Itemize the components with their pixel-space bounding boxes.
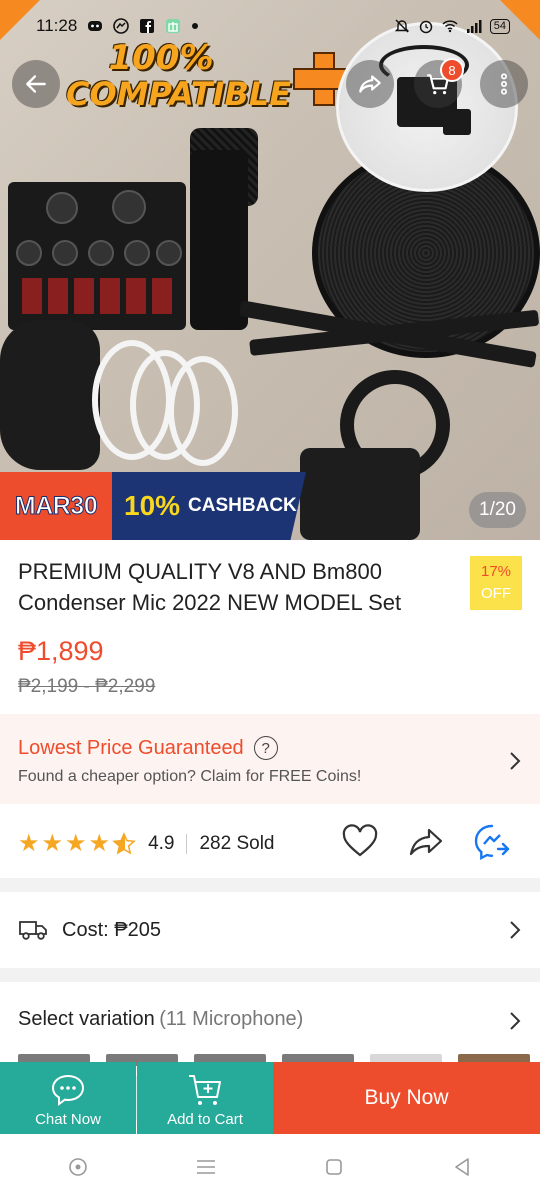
add-to-cart-button[interactable]: Add to Cart [137,1062,273,1134]
discount-badge: 17% OFF [470,556,522,610]
cart-count-badge: 8 [440,58,464,82]
chat-icon [51,1074,85,1106]
original-price: ₱2,199 - ₱2,299 [18,676,156,697]
heart-icon[interactable] [340,822,380,862]
chevron-right-icon [510,1012,521,1030]
share-button[interactable] [346,60,394,108]
star-icon: ★ [18,830,40,857]
cashback-promo-banner: MAR30 10% CASHBACK [0,472,306,540]
section-divider [0,968,540,982]
share-icon [359,75,381,93]
promo-percent: 10% [124,490,181,521]
truck-icon [19,921,47,940]
gift-icon [166,19,181,33]
product-price: ₱1,899 [18,636,104,666]
promo-date: MAR30 [0,472,112,540]
status-bar: 11:28 54 [0,0,540,52]
promo-cashback: 10% CASHBACK [112,472,306,540]
help-icon[interactable]: ? [253,736,278,760]
chevron-right-icon [510,921,521,939]
guarantee-title: Lowest Price Guaranteed [18,736,244,759]
facebook-icon [140,19,155,33]
status-left: 11:28 [36,16,199,36]
assistant-icon[interactable] [67,1156,89,1178]
product-title-row: PREMIUM QUALITY V8 AND Bm800 Condenser M… [18,556,522,618]
status-right: 54 [394,18,510,34]
star-icon: ★ [65,830,87,857]
desk-clamp-image [300,448,420,540]
select-variation-row[interactable]: Select variation (11 Microphone) [0,982,540,1058]
system-navigation-bar [0,1134,540,1200]
star-half-icon [112,832,136,855]
variation-label: Select variation [18,1008,155,1030]
messenger-icon [113,18,130,34]
messenger-icon[interactable] [472,822,512,862]
discount-percent: 17% [480,563,512,580]
cart-button[interactable]: 8 [414,58,464,108]
product-title: PREMIUM QUALITY V8 AND Bm800 Condenser M… [18,559,402,615]
add-cart-icon [189,1075,221,1105]
banner-line2: COMPATIBLE [66,75,292,113]
promo-word: CASHBACK [188,495,297,516]
product-image-carousel[interactable]: 100% COMPATIBLE 8 MAR30 10% CASHBACK 1/2… [0,0,540,540]
add-to-cart-label: Add to Cart [167,1111,243,1128]
discord-icon [88,21,103,31]
share-icon[interactable] [406,822,446,862]
divider [186,834,188,854]
chat-now-label: Chat Now [35,1111,101,1128]
rating-score: 4.9 [148,833,175,854]
cable-image [168,356,238,466]
mute-icon [394,19,409,33]
section-divider [0,878,540,892]
back-button[interactable] [12,60,60,108]
lowest-price-guarantee[interactable]: Lowest Price Guaranteed ? Found a cheape… [0,714,540,804]
buy-now-button[interactable]: Buy Now [273,1062,540,1134]
dot-icon [192,23,199,29]
status-time: 11:28 [36,16,78,35]
arrow-left-icon [26,75,46,93]
microphone-image [190,150,248,330]
chat-now-button[interactable]: Chat Now [0,1062,136,1134]
alarm-icon [419,20,432,34]
sound-card-image [8,182,186,330]
recents-icon[interactable] [195,1156,217,1178]
chevron-right-icon [510,752,521,770]
shipping-cost: Cost: ₱205 [62,918,161,941]
buy-now-label: Buy Now [364,1086,449,1109]
image-counter: 1/20 [469,492,526,528]
foam-windscreen-image [0,320,100,470]
rating-row: ★ ★ ★ ★ 4.9 282 Sold [0,812,540,876]
variation-count: (11 Microphone) [159,1008,304,1030]
more-options-button[interactable] [480,60,528,108]
wifi-icon [442,20,458,33]
guarantee-title-row: Lowest Price Guaranteed ? [18,736,522,760]
star-icon: ★ [88,830,111,857]
battery-icon: 54 [489,18,510,34]
star-icon: ★ [41,830,64,857]
more-vertical-icon [500,73,508,95]
shipping-cost-row[interactable]: Cost: ₱205 [0,892,540,968]
discount-off: OFF [481,585,511,602]
back-nav-icon[interactable] [451,1156,473,1178]
guarantee-subtitle: Found a cheaper option? Claim for FREE C… [18,768,362,785]
bottom-action-bar: Chat Now Add to Cart Buy Now [0,1062,540,1134]
rating-stars: ★ ★ ★ ★ [18,832,136,856]
home-icon[interactable] [323,1156,345,1178]
sold-count: 282 Sold [199,833,275,854]
signal-icon [466,20,482,33]
